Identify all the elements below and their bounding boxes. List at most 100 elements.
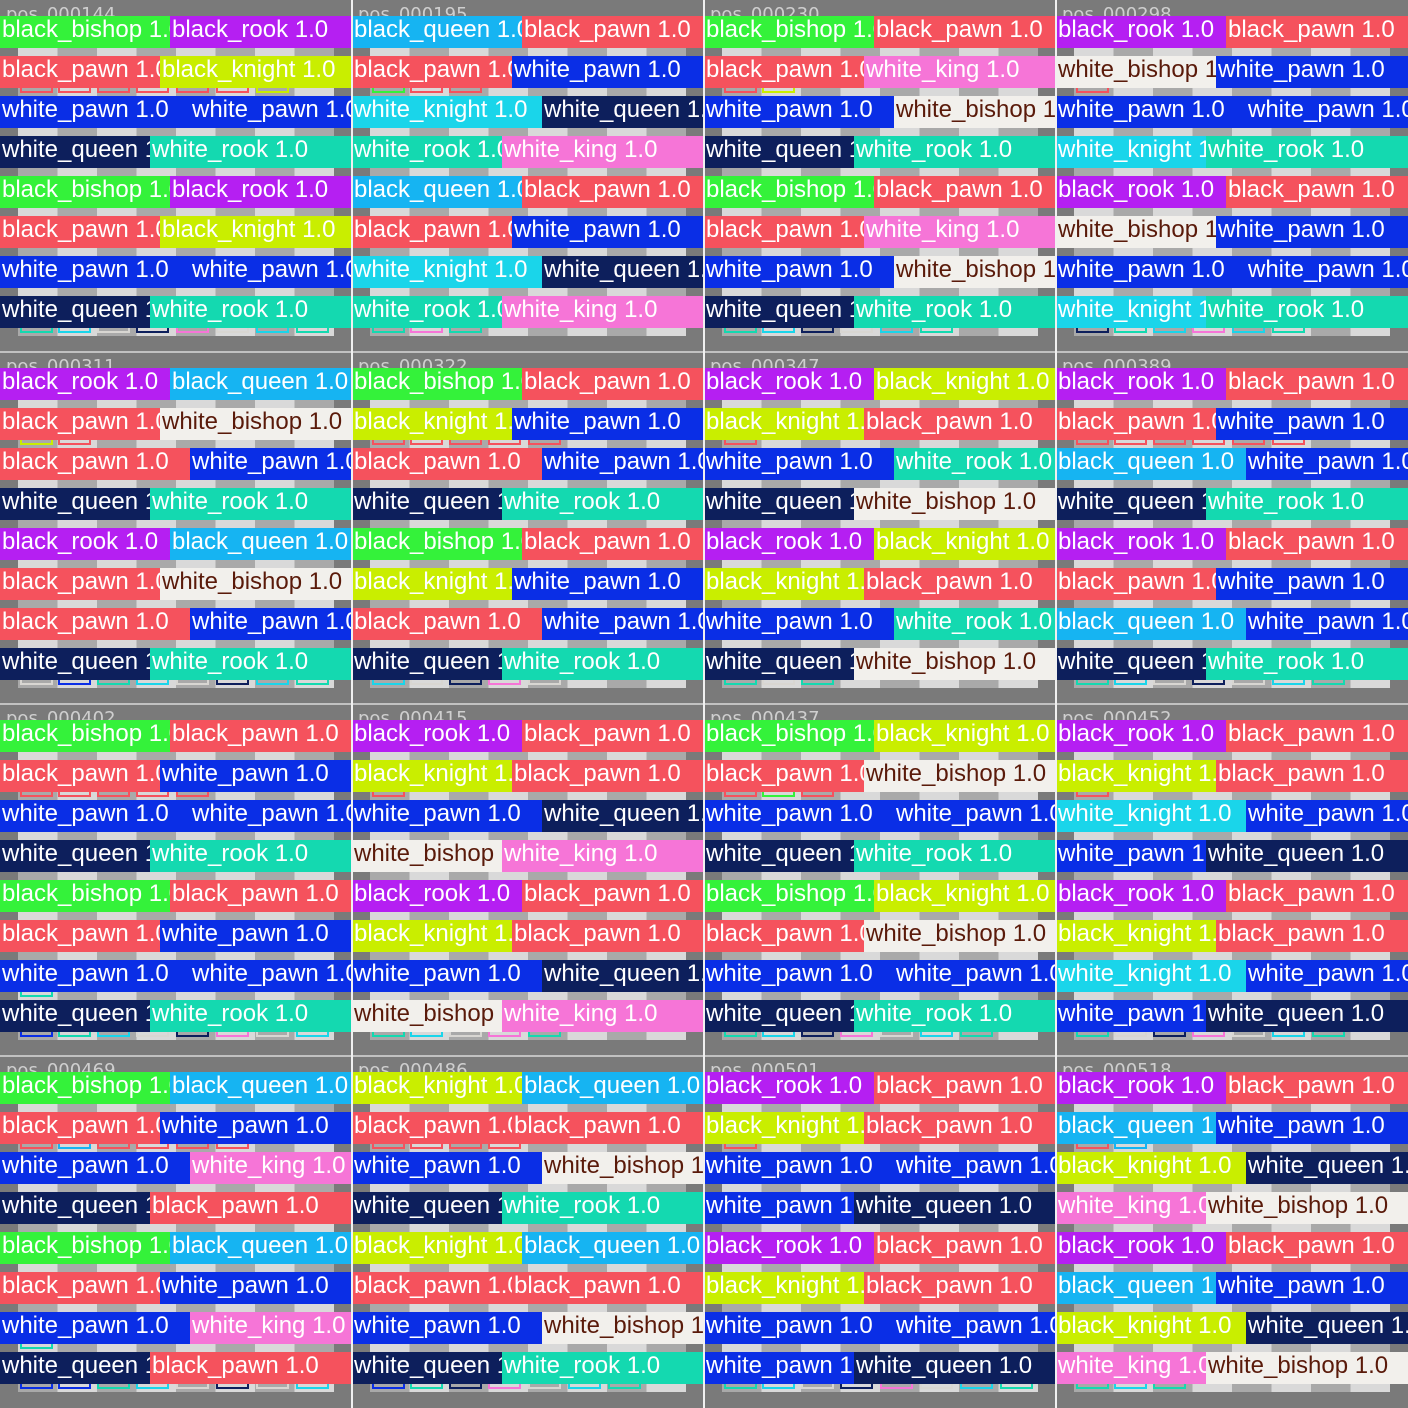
detection-label: black_knight 1.0 [1056, 760, 1216, 792]
detection-label: black_pawn 1.0 [1226, 176, 1408, 208]
detection-label: black_rook 1.0 [1056, 528, 1236, 560]
detection-label: black_bishop 1.0 [0, 1072, 180, 1104]
detection-label: white_king 1.0 [864, 216, 1056, 248]
detection-label: white_queen 1.0 [704, 648, 854, 680]
detection-label: black_pawn 1.0 [150, 1192, 352, 1224]
detection-label: white_rook 1.0 [1206, 488, 1408, 520]
detection-label: white_king 1.0 [502, 1000, 704, 1032]
detection-label: white_queen 1.0 [352, 648, 502, 680]
detection-label: black_pawn 1.0 [522, 528, 704, 560]
detection-label: white_queen 1.0 [542, 960, 704, 992]
detection-label: white_bishop 1.0 [352, 840, 502, 872]
detection-label: black_pawn 1.0 [704, 760, 864, 792]
detection-label: black_bishop 1.0 [352, 528, 532, 560]
detection-label: black_pawn 1.0 [1226, 16, 1408, 48]
detection-label: white_pawn 1.0 [1216, 1112, 1408, 1144]
detection-label: black_queen 1.0 [170, 1072, 352, 1104]
detection-label: black_pawn 1.0 [1216, 920, 1408, 952]
detection-label: white_queen 1.0 [704, 1000, 854, 1032]
detection-label: white_knight 1.0 [352, 256, 552, 288]
detection-label: black_pawn 1.0 [352, 448, 552, 480]
detection-label: white_queen 1.0 [704, 136, 854, 168]
detection-label: white_bishop 1.0 [160, 408, 352, 440]
detection-label: black_queen 1.0 [352, 176, 532, 208]
detection-label: white_bishop 1.0 [854, 488, 1056, 520]
detection-label: white_rook 1.0 [502, 1352, 704, 1384]
detection-label: white_rook 1.0 [150, 648, 352, 680]
detection-label: black_bishop 1.0 [704, 720, 884, 752]
detection-label: white_bishop 1.0 [854, 648, 1056, 680]
detection-label: white_pawn 1.0 [1246, 448, 1408, 480]
detection-label: black_rook 1.0 [1056, 1072, 1236, 1104]
detection-label: black_knight 1.0 [160, 56, 352, 88]
detection-label: black_rook 1.0 [170, 16, 352, 48]
detection-label: white_rook 1.0 [150, 296, 352, 328]
detection-label: black_pawn 1.0 [1226, 368, 1408, 400]
detection-label: white_queen 1.0 [352, 488, 502, 520]
detection-label: black_pawn 1.0 [352, 1112, 512, 1144]
detection-label: black_queen 1.0 [170, 368, 352, 400]
detection-label: white_rook 1.0 [1206, 136, 1408, 168]
detection-tile: pos_000311♞♟♗♙♖♘♗♕♘♖black_rook 1.0black_… [0, 352, 352, 704]
detection-label: white_pawn 1.0 [704, 800, 904, 832]
detection-label: white_bishop 1.0 [864, 920, 1056, 952]
detection-label: black_pawn 1.0 [864, 1272, 1056, 1304]
detection-label: white_pawn 1.0 [352, 800, 552, 832]
detection-label: black_pawn 1.0 [352, 608, 552, 640]
detection-label: black_rook 1.0 [704, 368, 884, 400]
detection-tile: pos_000402♟♟♟♟♟♙♖♘♗♕♔♗♘♖black_bishop 1.0… [0, 704, 352, 1056]
detection-label: white_pawn 1.0 [0, 960, 200, 992]
tile-divider [0, 703, 1408, 705]
detection-label: white_bishop 1.0 [352, 1000, 502, 1032]
detection-label: white_pawn 1.0 [352, 960, 552, 992]
detection-label: black_knight 1.0 [704, 1272, 864, 1304]
detection-label: white_pawn 1.0 [1056, 1000, 1206, 1032]
detection-label: black_knight 1.0 [874, 720, 1056, 752]
detection-label: white_pawn 1.0 [894, 800, 1056, 832]
detection-label: black_pawn 1.0 [864, 1112, 1056, 1144]
detection-label: black_rook 1.0 [704, 1232, 884, 1264]
detection-label: black_bishop 1.0 [704, 880, 884, 912]
detection-label: black_bishop 1.0 [0, 176, 180, 208]
detection-label: black_knight 1.0 [874, 368, 1056, 400]
detection-label: white_pawn 1.0 [0, 256, 200, 288]
detection-label: white_pawn 1.0 [704, 96, 904, 128]
detection-label: black_rook 1.0 [704, 528, 884, 560]
detection-label: white_rook 1.0 [150, 136, 352, 168]
detection-label: white_rook 1.0 [502, 648, 704, 680]
detection-label: white_knight 1.0 [1056, 296, 1206, 328]
detection-label: black_pawn 1.0 [512, 1272, 704, 1304]
tile-divider [1055, 0, 1057, 1408]
detection-label: white_queen 1.0 [1056, 648, 1206, 680]
detection-tile: pos_000452♟♖♗♕♔♗♘♖black_rook 1.0black_ro… [1056, 704, 1408, 1056]
detection-tile: pos_000322♟♟♟♟♟♘♗♕♔♗black_bishop 1.0blac… [352, 352, 704, 704]
detection-label: white_bishop 1.0 [864, 760, 1056, 792]
detection-label: black_pawn 1.0 [1226, 1232, 1408, 1264]
detection-label: black_rook 1.0 [1056, 16, 1236, 48]
detection-label: black_knight 1.0 [352, 920, 512, 952]
detection-label: white_bishop 1.0 [160, 568, 352, 600]
detection-label: black_pawn 1.0 [1226, 720, 1408, 752]
detection-label: white_pawn 1.0 [160, 760, 352, 792]
detection-label: white_queen 1.0 [542, 800, 704, 832]
detection-label: white_bishop 1.0 [894, 256, 1056, 288]
detection-label: black_bishop 1.0 [0, 16, 180, 48]
detection-label: black_pawn 1.0 [170, 720, 352, 752]
detection-label: black_knight 1.0 [874, 528, 1056, 560]
detection-label: black_rook 1.0 [0, 368, 180, 400]
detection-label: white_queen 1.0 [0, 296, 150, 328]
detection-label: white_queen 1.0 [542, 256, 704, 288]
detection-label: white_pawn 1.0 [512, 216, 704, 248]
detection-label: black_pawn 1.0 [704, 920, 864, 952]
detection-label: white_rook 1.0 [150, 488, 352, 520]
detection-label: white_rook 1.0 [502, 1192, 704, 1224]
detection-label: black_bishop 1.0 [0, 720, 180, 752]
detection-label: white_bishop 1.0 [1206, 1192, 1408, 1224]
detection-label: black_bishop 1.0 [704, 16, 884, 48]
detection-label: white_king 1.0 [190, 1312, 352, 1344]
detection-label: white_bishop 1.0 [1056, 56, 1216, 88]
detection-label: black_pawn 1.0 [874, 16, 1056, 48]
detection-label: white_pawn 1.0 [704, 608, 904, 640]
detection-label: white_queen 1.0 [854, 1192, 1056, 1224]
detection-label: white_pawn 1.0 [704, 256, 904, 288]
